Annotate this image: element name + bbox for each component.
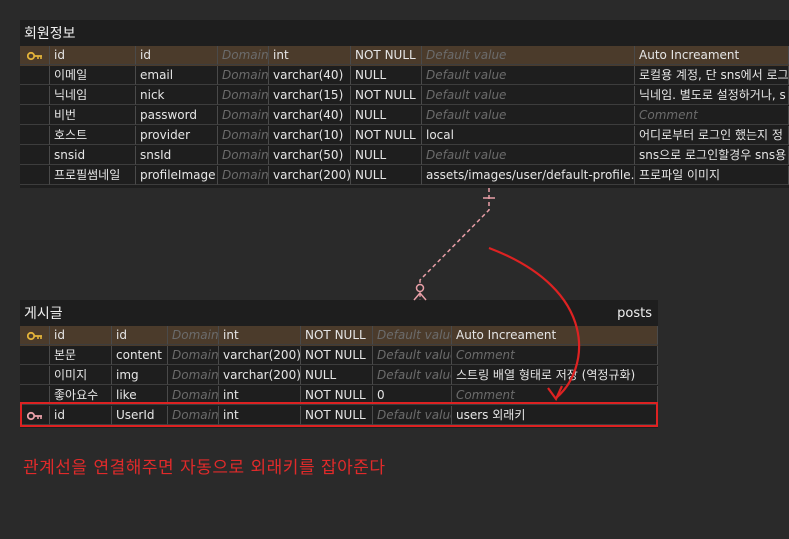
annotation-arrow [488,246,581,399]
annotation-note: 관계선을 연결해주면 자동으로 외래키를 잡아준다 [23,458,386,478]
fk-row-highlight [20,402,658,427]
relationship-zero-marker [415,283,425,293]
annotation-arrow-head [547,385,563,402]
relationship-line[interactable] [419,188,490,300]
